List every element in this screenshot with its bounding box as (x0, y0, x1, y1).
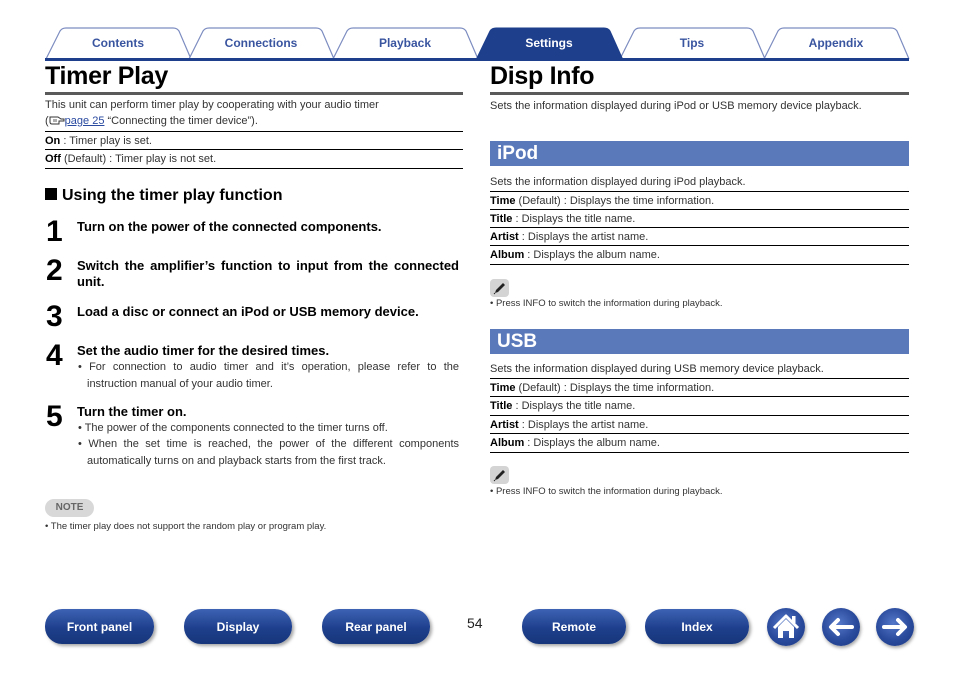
option-key: Time (490, 382, 516, 394)
tab-playback[interactable]: Playback (332, 27, 479, 60)
title-rule (45, 92, 463, 95)
timer-play-intro: This unit can perform timer play by coop… (45, 97, 463, 129)
pencil-icon (490, 279, 509, 297)
back-arrow-icon (829, 618, 854, 636)
option-row-time: Time (Default) : Displays the time infor… (490, 191, 909, 209)
option-key: Album (490, 437, 525, 449)
option-row-artist: Artist : Displays the artist name. (490, 227, 909, 245)
step-number-1: 1 (46, 215, 63, 248)
option-key: Title (490, 400, 513, 412)
option-desc: : Displays the title name. (512, 400, 636, 412)
option-key: Title (490, 213, 513, 225)
rear-panel-button[interactable]: Rear panel (322, 609, 430, 644)
pointing-hand-icon (49, 116, 65, 125)
step-title-1: Turn on the power of the connected compo… (77, 219, 382, 234)
note-badge: NOTE (45, 499, 94, 517)
page-25-link[interactable]: page 25 (65, 115, 105, 127)
tab-appendix[interactable]: Appendix (763, 27, 910, 60)
option-desc: : Displays the artist name. (518, 419, 649, 431)
square-bullet-icon (45, 188, 57, 200)
step-number-2: 2 (46, 254, 63, 287)
forward-button[interactable] (876, 608, 914, 646)
note-text: • The timer play does not support the ra… (45, 521, 327, 532)
home-icon (772, 614, 800, 638)
usb-tip: • Press INFO to switch the information d… (490, 486, 723, 497)
table-bottom-rule (490, 452, 909, 453)
tab-label: Contents (92, 36, 144, 50)
option-row-title: Title : Displays the title name. (490, 209, 909, 227)
tab-tips[interactable]: Tips (619, 27, 766, 60)
table-bottom-rule (490, 264, 909, 265)
tab-settings[interactable]: Settings (475, 27, 624, 61)
step-number-4: 4 (46, 339, 63, 372)
option-row-title: Title : Displays the title name. (490, 396, 909, 414)
page-title-disp-info: Disp Info (490, 62, 595, 90)
option-row-album: Album : Displays the album name. (490, 245, 909, 263)
index-button[interactable]: Index (645, 609, 749, 644)
tab-connections[interactable]: Connections (188, 27, 335, 60)
step-5-bullet-2: • When the set time is reached, the powe… (78, 438, 459, 467)
subheading: Using the timer play function (45, 187, 282, 205)
option-key: On (45, 135, 61, 147)
option-key: Album (490, 249, 525, 261)
step-title-5: Turn the timer on. (77, 404, 187, 419)
tab-label: Appendix (808, 36, 864, 50)
intro-line-2: (page 25 “Connecting the timer device”). (45, 113, 463, 129)
tab-label: Settings (525, 36, 573, 50)
tab-label: Tips (679, 36, 705, 50)
step-5-bullet-1: • The power of the components connected … (78, 422, 388, 434)
option-desc: (Default) : Displays the time informatio… (515, 195, 715, 207)
option-desc: : Displays the artist name. (518, 231, 649, 243)
tab-label: Playback (378, 36, 432, 50)
option-desc: : Displays the album name. (524, 249, 660, 261)
step-title-3: Load a disc or connect an iPod or USB me… (77, 304, 419, 319)
intro-rest: “Connecting the timer device”). (104, 115, 258, 127)
ipod-tip: • Press INFO to switch the information d… (490, 298, 723, 309)
option-row-time: Time (Default) : Displays the time infor… (490, 378, 909, 396)
page-number: 54 (467, 615, 483, 631)
back-button[interactable] (822, 608, 860, 646)
option-key: Time (490, 195, 516, 207)
option-key: Artist (490, 419, 519, 431)
forward-arrow-icon (882, 618, 907, 636)
option-row-artist: Artist : Displays the artist name. (490, 415, 909, 433)
option-desc: (Default) : Timer play is not set. (60, 153, 217, 165)
step-number-3: 3 (46, 300, 63, 333)
tab-baseline (45, 58, 909, 61)
disp-info-intro: Sets the information displayed during iP… (490, 100, 862, 112)
pencil-icon (490, 466, 509, 484)
remote-button[interactable]: Remote (522, 609, 626, 644)
section-heading-usb: USB (490, 329, 909, 354)
option-desc: (Default) : Displays the time informatio… (515, 382, 715, 394)
option-row-off: Off (Default) : Timer play is not set. (45, 149, 463, 167)
tab-label: Connections (224, 36, 298, 50)
option-key: Artist (490, 231, 519, 243)
display-button[interactable]: Display (184, 609, 292, 644)
option-key: Off (45, 153, 61, 165)
page-title-timer-play: Timer Play (45, 62, 169, 90)
table-bottom-rule (45, 168, 463, 169)
option-row-on: On : Timer play is set. (45, 131, 463, 149)
option-desc: : Displays the title name. (512, 213, 636, 225)
step-4-bullet: • For connection to audio timer and it’s… (78, 361, 459, 390)
step-title-2: Switch the amplifier’s function to input… (77, 258, 459, 289)
front-panel-button[interactable]: Front panel (45, 609, 154, 644)
chapter-tab-bar: Contents Connections Playback Tips Appen… (45, 27, 910, 61)
intro-line-1: This unit can perform timer play by coop… (45, 99, 379, 111)
step-title-4: Set the audio timer for the desired time… (77, 343, 330, 358)
title-rule (490, 92, 909, 95)
tab-contents[interactable]: Contents (45, 27, 192, 60)
home-button[interactable] (767, 608, 805, 646)
option-row-album: Album : Displays the album name. (490, 433, 909, 451)
subheading-text: Using the timer play function (62, 187, 283, 204)
ipod-desc: Sets the information displayed during iP… (490, 176, 746, 188)
section-heading-ipod: iPod (490, 141, 909, 166)
option-desc: : Displays the album name. (524, 437, 660, 449)
step-number-5: 5 (46, 400, 63, 433)
option-desc: : Timer play is set. (60, 135, 152, 147)
usb-desc: Sets the information displayed during US… (490, 363, 824, 375)
